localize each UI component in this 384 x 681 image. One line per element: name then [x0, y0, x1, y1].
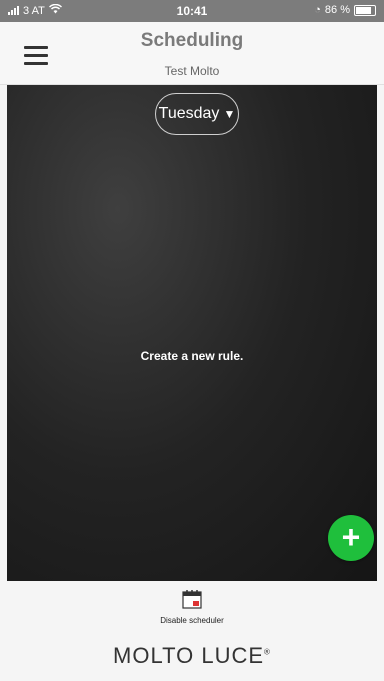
battery-icon [354, 4, 376, 16]
alarm-icon: ◔ [314, 4, 321, 16]
day-selector-label: Tuesday [158, 105, 220, 122]
header: Scheduling Test Molto [0, 22, 384, 85]
brand-logo: MOLTO LUCE® [0, 643, 384, 669]
brand-name: MOLTO LUCE [113, 643, 265, 668]
hamburger-icon-line [24, 54, 48, 57]
battery-percent: 86 % [324, 4, 350, 16]
disable-scheduler-label: Disable scheduler [160, 616, 224, 625]
calendar-icon [181, 589, 203, 609]
page-subtitle: Test Molto [164, 64, 220, 78]
plus-icon: + [341, 519, 361, 555]
chevron-down-icon: ▼ [223, 107, 236, 121]
footer: Disable scheduler MOLTO LUCE® [0, 581, 384, 681]
disable-scheduler-button[interactable]: Disable scheduler [0, 589, 384, 625]
day-selector[interactable]: Tuesday ▼ [155, 93, 239, 135]
add-rule-button[interactable]: + [328, 515, 374, 561]
empty-message: Create a new rule. [140, 349, 244, 363]
status-right: ◔ 86 % [314, 4, 376, 16]
status-bar: 3 AT 10:41 ◔ 86 % [0, 0, 384, 22]
registered-mark: ® [264, 647, 271, 657]
page-title: Scheduling [140, 30, 244, 51]
schedule-panel: Tuesday ▼ Create a new rule. + [7, 85, 377, 581]
